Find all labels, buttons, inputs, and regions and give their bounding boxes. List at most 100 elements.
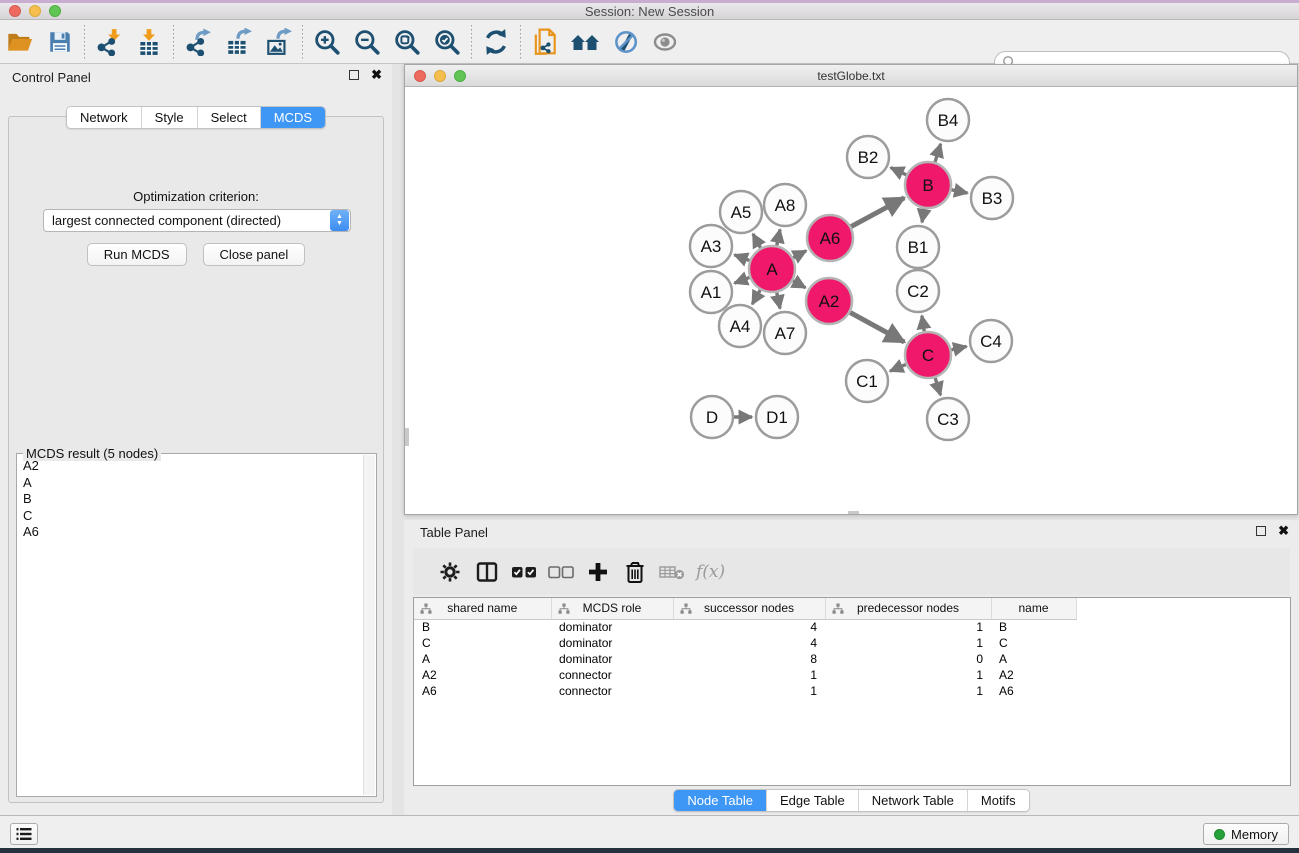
apply-layout-icon[interactable] bbox=[476, 23, 516, 61]
tab-edge-table[interactable]: Edge Table bbox=[767, 790, 859, 811]
task-history-button[interactable] bbox=[10, 823, 38, 845]
network-canvas[interactable]: AA1A2A3A4A5A6A7A8BB1B2B3B4CC1C2C3C4DD1 bbox=[405, 87, 1297, 514]
table-cell[interactable]: 0 bbox=[825, 651, 991, 667]
column-header-mcds-role[interactable]: MCDS role bbox=[551, 598, 673, 619]
show-hide-panels-icon[interactable] bbox=[565, 23, 605, 61]
table-cell[interactable]: 1 bbox=[825, 667, 991, 683]
new-network-from-selection-icon[interactable] bbox=[525, 23, 565, 61]
graph-edge-A-A2[interactable] bbox=[793, 281, 806, 288]
table-cell[interactable]: A bbox=[991, 651, 1076, 667]
table-row[interactable]: Cdominator41C bbox=[414, 635, 1290, 651]
delete-column-icon[interactable] bbox=[616, 554, 653, 590]
table-cell[interactable]: C bbox=[414, 635, 551, 651]
mcds-result-item[interactable]: A bbox=[19, 475, 362, 492]
mcds-result-scrollbar[interactable] bbox=[363, 455, 375, 795]
table-row[interactable]: Adominator80A bbox=[414, 651, 1290, 667]
table-cell[interactable]: connector bbox=[551, 683, 673, 699]
close-panel-button[interactable]: Close panel bbox=[203, 243, 306, 266]
run-mcds-button[interactable]: Run MCDS bbox=[87, 243, 187, 266]
import-table-from-file-icon[interactable] bbox=[129, 23, 169, 61]
table-cell[interactable]: dominator bbox=[551, 619, 673, 635]
memory-button[interactable]: Memory bbox=[1203, 823, 1289, 845]
table-cell[interactable]: dominator bbox=[551, 651, 673, 667]
table-cell[interactable]: 1 bbox=[825, 683, 991, 699]
float-table-panel-icon[interactable] bbox=[1256, 526, 1266, 536]
float-panel-icon[interactable] bbox=[349, 70, 359, 80]
table-cell[interactable]: C bbox=[991, 635, 1076, 651]
table-cell[interactable]: A6 bbox=[414, 683, 551, 699]
mcds-result-item[interactable]: C bbox=[19, 508, 362, 525]
tab-select[interactable]: Select bbox=[198, 107, 261, 128]
table-settings-icon[interactable] bbox=[431, 554, 468, 590]
graph-edge-B-B3[interactable] bbox=[952, 190, 968, 193]
mcds-result-list[interactable]: A2ABCA6 bbox=[19, 458, 362, 794]
show-columns-icon[interactable] bbox=[468, 554, 505, 590]
graph-edge-C-C1[interactable] bbox=[890, 364, 906, 371]
table-row[interactable]: A2connector11A2 bbox=[414, 667, 1290, 683]
table-cell[interactable]: B bbox=[414, 619, 551, 635]
table-cell[interactable]: connector bbox=[551, 667, 673, 683]
optimization-criterion-select[interactable]: largest connected component (directed) ▲… bbox=[43, 209, 351, 232]
graph-edge-C-C2[interactable] bbox=[922, 316, 924, 332]
tab-node-table[interactable]: Node Table bbox=[674, 790, 767, 811]
close-table-panel-icon[interactable]: ✖ bbox=[1278, 526, 1289, 536]
graph-edge-A-A7[interactable] bbox=[777, 293, 780, 309]
column-header-predecessor-nodes[interactable]: predecessor nodes bbox=[825, 598, 991, 619]
graph-edge-A6-B[interactable] bbox=[851, 198, 904, 227]
show-graphics-details-icon[interactable] bbox=[645, 23, 685, 61]
delete-table-icon[interactable] bbox=[653, 554, 690, 590]
column-header-successor-nodes[interactable]: successor nodes bbox=[673, 598, 825, 619]
graph-edge-C-C3[interactable] bbox=[935, 378, 940, 395]
table-row[interactable]: Bdominator41B bbox=[414, 619, 1290, 635]
table-cell[interactable]: B bbox=[991, 619, 1076, 635]
table-cell[interactable]: 4 bbox=[673, 635, 825, 651]
graph-edge-A-A4[interactable] bbox=[752, 290, 760, 304]
graph-edge-B-B2[interactable] bbox=[891, 168, 907, 175]
graph-edge-A2-C[interactable] bbox=[850, 312, 904, 342]
table-cell[interactable]: 1 bbox=[825, 619, 991, 635]
graph-edge-A-A3[interactable] bbox=[734, 255, 749, 261]
tab-mcds[interactable]: MCDS bbox=[261, 107, 325, 128]
export-table-icon[interactable] bbox=[218, 23, 258, 61]
tab-network[interactable]: Network bbox=[67, 107, 142, 128]
table-row[interactable]: A6connector11A6 bbox=[414, 683, 1290, 699]
save-session-icon[interactable] bbox=[40, 23, 80, 61]
table-cell[interactable]: A2 bbox=[991, 667, 1076, 683]
import-network-from-file-icon[interactable] bbox=[89, 23, 129, 61]
zoom-fit-icon[interactable] bbox=[387, 23, 427, 61]
graph-edge-C-C4[interactable] bbox=[951, 346, 966, 349]
add-column-icon[interactable] bbox=[579, 554, 616, 590]
tab-motifs[interactable]: Motifs bbox=[968, 790, 1029, 811]
tab-style[interactable]: Style bbox=[142, 107, 198, 128]
graph-edge-A-A8[interactable] bbox=[777, 229, 780, 245]
mcds-result-item[interactable]: A2 bbox=[19, 458, 362, 475]
table-cell[interactable]: dominator bbox=[551, 635, 673, 651]
graph-edge-A-A1[interactable] bbox=[734, 277, 749, 283]
zoom-selected-icon[interactable] bbox=[427, 23, 467, 61]
export-image-icon[interactable] bbox=[258, 23, 298, 61]
function-builder-icon[interactable]: f(x) bbox=[696, 562, 725, 582]
deselect-all-icon[interactable] bbox=[542, 554, 579, 590]
open-file-icon[interactable] bbox=[0, 23, 40, 61]
graph-edge-A-A6[interactable] bbox=[793, 251, 806, 258]
export-network-icon[interactable] bbox=[178, 23, 218, 61]
zoom-in-icon[interactable] bbox=[307, 23, 347, 61]
mcds-result-item[interactable]: B bbox=[19, 491, 362, 508]
tab-network-table[interactable]: Network Table bbox=[859, 790, 968, 811]
graph-edge-B-B4[interactable] bbox=[935, 144, 941, 162]
select-all-icon[interactable] bbox=[505, 554, 542, 590]
mcds-result-item[interactable]: A6 bbox=[19, 524, 362, 541]
network-window-titlebar[interactable]: testGlobe.txt bbox=[405, 65, 1297, 87]
zoom-out-icon[interactable] bbox=[347, 23, 387, 61]
graph-edge-B-B1[interactable] bbox=[922, 209, 924, 223]
table-cell[interactable]: 1 bbox=[673, 683, 825, 699]
table-cell[interactable]: 1 bbox=[825, 635, 991, 651]
table-header-row[interactable]: shared name MCDS role successor nodes pr… bbox=[414, 598, 1290, 619]
table-cell[interactable]: 8 bbox=[673, 651, 825, 667]
close-panel-icon[interactable]: ✖ bbox=[371, 70, 382, 80]
table-cell[interactable]: A2 bbox=[414, 667, 551, 683]
hide-labels-icon[interactable] bbox=[605, 23, 645, 61]
column-header-name[interactable]: name bbox=[991, 598, 1076, 619]
table-cell[interactable]: A6 bbox=[991, 683, 1076, 699]
table-cell[interactable]: 1 bbox=[673, 667, 825, 683]
